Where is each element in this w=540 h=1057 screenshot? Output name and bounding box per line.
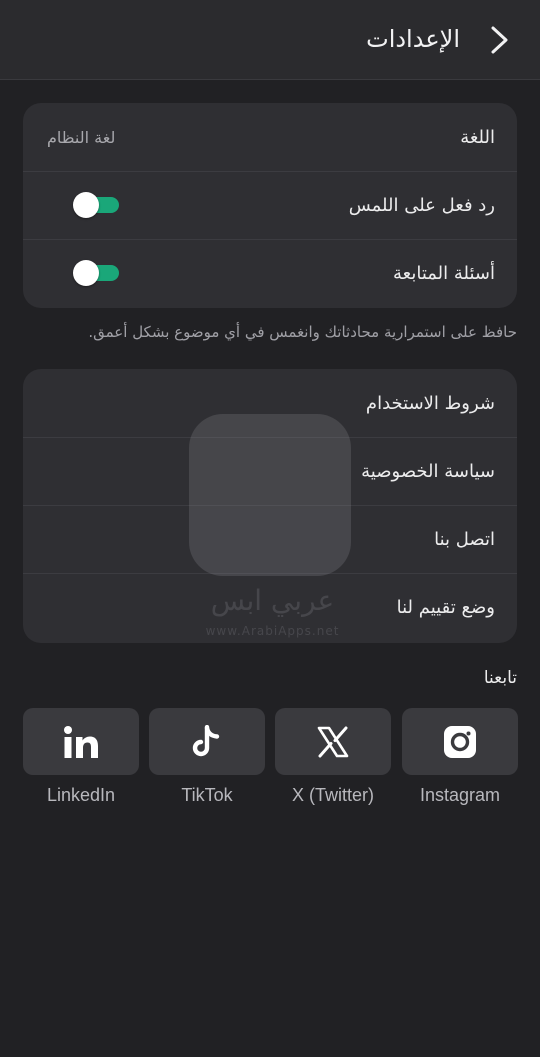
follow-up-label: أسئلة المتابعة [393, 262, 495, 284]
language-row[interactable]: اللغة لغة النظام [23, 103, 517, 171]
contact-label: اتصل بنا [434, 528, 495, 550]
social-linkedin[interactable]: LinkedIn [23, 708, 139, 806]
app-header: الإعدادات [0, 0, 540, 80]
haptics-label: رد فعل على اللمس [348, 194, 495, 216]
follow-up-row: أسئلة المتابعة [23, 239, 517, 307]
back-button[interactable] [486, 24, 514, 56]
linkedin-icon [64, 725, 98, 758]
rate-label: وضع تقييم لنا [396, 596, 495, 618]
social-button[interactable] [275, 708, 391, 775]
social-instagram[interactable]: Instagram [402, 708, 518, 806]
follow-up-hint: حافظ على استمرارية محادثاتك وانغمس في أي… [88, 323, 517, 341]
follow-up-toggle[interactable] [73, 260, 119, 286]
toggle-knob [73, 192, 99, 218]
watermark-url: www.ArabiApps.net [205, 624, 340, 638]
social-tiktok[interactable]: TikTok [149, 708, 265, 806]
haptics-toggle[interactable] [73, 192, 119, 218]
watermark-logo [189, 414, 351, 576]
language-label: اللغة [460, 126, 495, 148]
social-name: LinkedIn [46, 785, 116, 805]
social-button[interactable] [149, 708, 265, 775]
tiktok-icon [192, 724, 220, 756]
social-button[interactable] [23, 708, 139, 775]
preferences-card: اللغة لغة النظام رد فعل على اللمس أسئلة … [23, 103, 517, 308]
privacy-label: سياسة الخصوصية [361, 460, 495, 482]
social-x[interactable]: X (Twitter) [275, 708, 391, 806]
page-title: الإعدادات [366, 25, 460, 53]
watermark-text: عربي ابس [210, 584, 335, 617]
language-value: لغة النظام [47, 127, 116, 147]
instagram-icon [444, 725, 476, 758]
social-button[interactable] [402, 708, 518, 775]
chevron-right-icon [491, 26, 508, 54]
settings-screen: الإعدادات اللغة لغة النظام رد فعل على ال… [0, 0, 540, 1057]
social-name: X (Twitter) [291, 785, 374, 805]
social-name: Instagram [419, 785, 501, 805]
x-icon [317, 726, 349, 757]
social-name: TikTok [181, 785, 233, 805]
toggle-knob [73, 260, 99, 286]
follow-title: تابعنا [483, 668, 517, 688]
terms-label: شروط الاستخدام [365, 392, 495, 414]
haptics-row: رد فعل على اللمس [23, 171, 517, 239]
watermark: عربي ابس www.ArabiApps.net [185, 412, 360, 652]
